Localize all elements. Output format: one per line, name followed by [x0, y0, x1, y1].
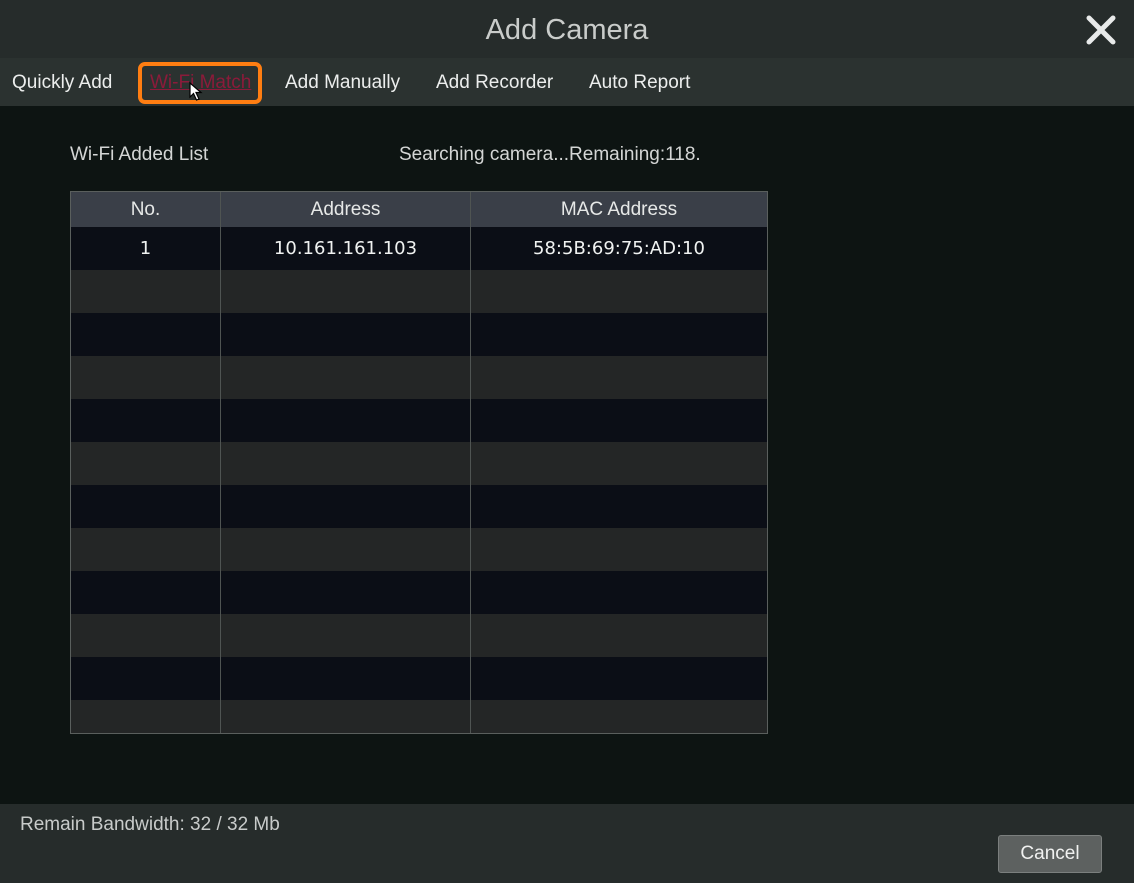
tab-bar: Quickly Add Wi-Fi Match Add Manually Add… — [0, 58, 1134, 106]
wifi-added-list-title: Wi-Fi Added List — [70, 144, 209, 165]
table-row-empty — [71, 614, 767, 657]
tab-add-recorder[interactable]: Add Recorder — [436, 58, 553, 106]
column-divider — [470, 192, 471, 733]
table-row-empty — [71, 442, 767, 485]
table-row-empty — [71, 700, 767, 733]
dialog-title: Add Camera — [485, 14, 649, 46]
tab-wifi-match[interactable]: Wi-Fi Match — [150, 58, 251, 106]
column-header-no[interactable]: No. — [71, 192, 220, 227]
table-row-empty — [71, 356, 767, 399]
cell-address: 10.161.161.103 — [273, 238, 418, 259]
column-header-mac-address[interactable]: MAC Address — [471, 192, 767, 227]
close-button[interactable] — [1084, 13, 1118, 47]
tab-add-manually[interactable]: Add Manually — [285, 58, 400, 106]
tab-quickly-add[interactable]: Quickly Add — [12, 58, 112, 106]
table-row-empty — [71, 528, 767, 571]
add-camera-dialog: Add Camera Quickly Add Wi-Fi Match Add M… — [0, 0, 1134, 883]
close-icon — [1086, 15, 1116, 45]
cell-mac-address: 58:5B:69:75:AD:10 — [533, 238, 705, 259]
table-header: No. Address MAC Address — [71, 192, 767, 227]
table-body: 1 10.161.161.103 58:5B:69:75:AD:10 — [71, 227, 767, 733]
column-header-address[interactable]: Address — [221, 192, 470, 227]
title-bar: Add Camera — [0, 0, 1134, 58]
cell-no: 1 — [139, 238, 152, 259]
remain-bandwidth: Remain Bandwidth: 32 / 32 Mb — [20, 814, 280, 835]
wifi-camera-table: No. Address MAC Address 1 10.161.161.103… — [70, 191, 768, 734]
table-row-empty — [71, 485, 767, 528]
footer-bar: Remain Bandwidth: 32 / 32 Mb — [0, 804, 1134, 883]
tab-auto-report[interactable]: Auto Report — [589, 58, 690, 106]
table-row-empty — [71, 657, 767, 700]
table-row-empty — [71, 270, 767, 313]
table-row-empty — [71, 571, 767, 614]
cancel-button[interactable]: Cancel — [998, 835, 1102, 873]
table-row-empty — [71, 313, 767, 356]
column-divider — [220, 192, 221, 733]
table-row[interactable]: 1 10.161.161.103 58:5B:69:75:AD:10 — [71, 227, 767, 270]
search-status: Searching camera...Remaining:118. — [399, 144, 701, 165]
table-row-empty — [71, 399, 767, 442]
